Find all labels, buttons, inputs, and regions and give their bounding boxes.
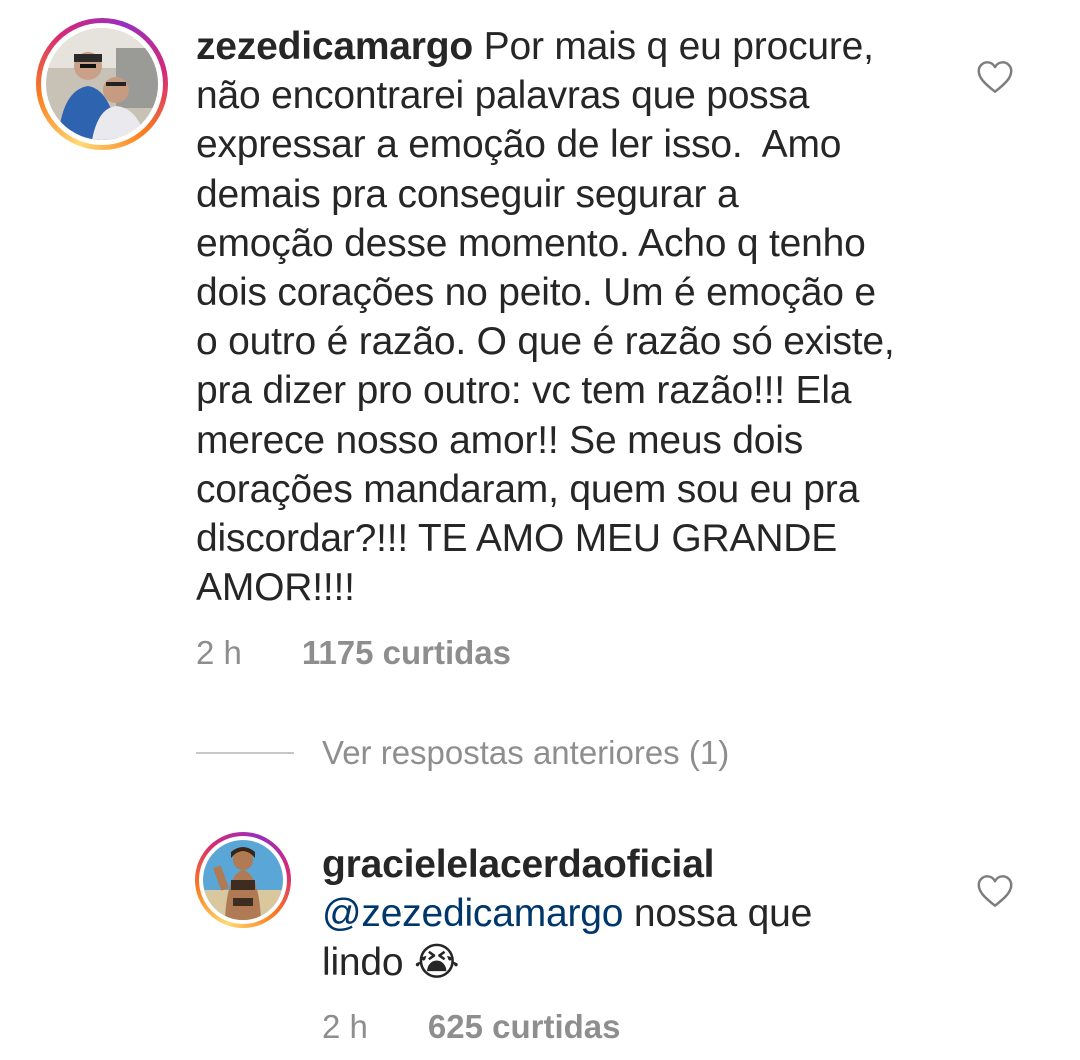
comment-time: 2 h bbox=[196, 634, 242, 671]
avatar-photo bbox=[203, 840, 283, 920]
reply-body-line2: lindo bbox=[322, 941, 415, 985]
reply-username[interactable]: gracielelacerdaoficial bbox=[322, 843, 715, 886]
reply-body: nossa que bbox=[623, 892, 813, 936]
comment-text: zezedicamargo Por mais q eu procure, não… bbox=[196, 22, 996, 612]
replies-divider bbox=[196, 752, 294, 754]
heart-outline-icon[interactable] bbox=[976, 874, 1014, 908]
comment-username[interactable]: zezedicamargo bbox=[196, 25, 473, 68]
reply-likes[interactable]: 625 curtidas bbox=[428, 1008, 621, 1046]
crying-emoji: 😭 bbox=[414, 941, 460, 985]
reply-time: 2 h bbox=[322, 1008, 368, 1045]
comment-body: Por mais q eu procure, não encontrarei p… bbox=[196, 25, 895, 610]
heart-outline-icon[interactable] bbox=[976, 60, 1014, 94]
reply-meta: 2 h 625 curtidas bbox=[322, 1008, 620, 1046]
reply-text: gracielelacerdaoficial @zezedicamargo no… bbox=[322, 840, 962, 988]
avatar-photo bbox=[46, 28, 158, 140]
avatar[interactable] bbox=[36, 18, 168, 150]
comment-likes[interactable]: 1175 curtidas bbox=[302, 634, 511, 672]
comment-meta: 2 h 1175 curtidas bbox=[196, 634, 511, 672]
avatar[interactable] bbox=[195, 832, 291, 928]
view-previous-replies[interactable]: Ver respostas anteriores (1) bbox=[322, 734, 729, 772]
mention-link[interactable]: @zezedicamargo bbox=[322, 892, 623, 935]
